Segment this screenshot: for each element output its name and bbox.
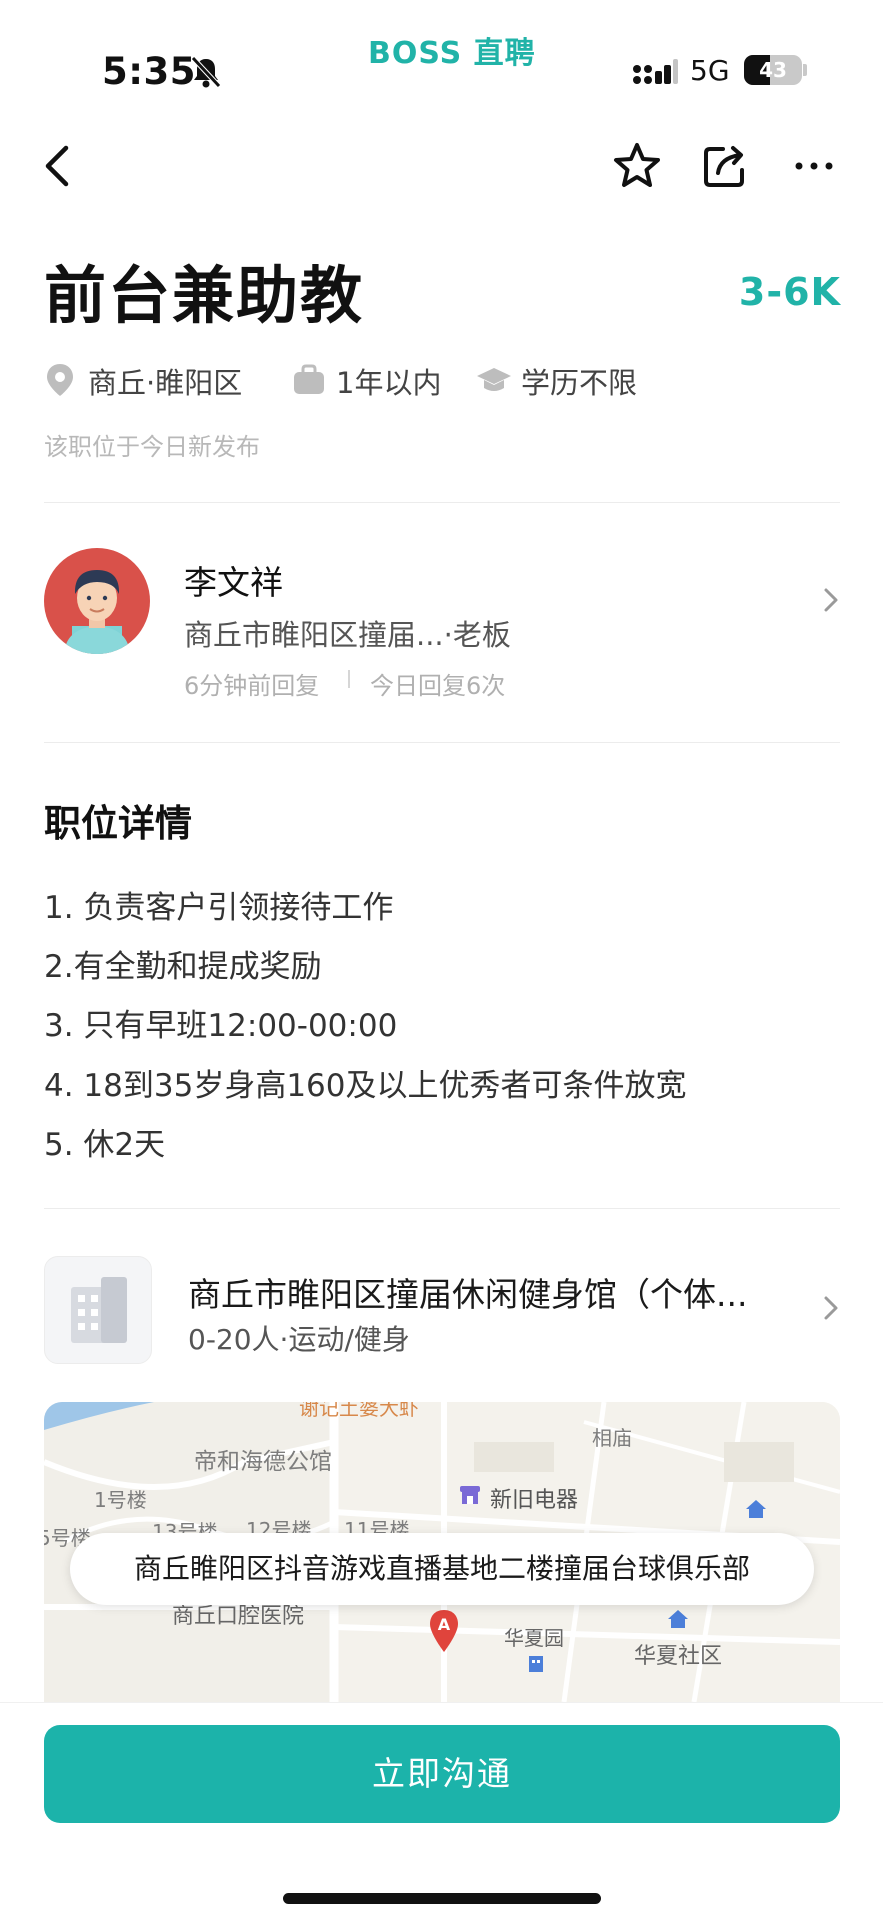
brand-logo: BOSS 直聘 <box>368 36 536 71</box>
chevron-left-icon <box>45 145 69 187</box>
posted-note: 该职位于今日新发布 <box>44 433 260 461</box>
chat-now-button[interactable]: 立即沟通 <box>44 1725 840 1823</box>
battery-indicator: 43 <box>744 55 802 85</box>
divider <box>44 742 840 743</box>
job-title: 前台兼助教 <box>44 259 365 332</box>
detail-line: 5. 休2天 <box>44 1127 166 1163</box>
battery-cap <box>803 64 807 76</box>
briefcase-icon <box>292 364 326 400</box>
map-label: 帝和海德公馆 <box>194 1449 332 1475</box>
company-name: 商丘市睢阳区撞届休闲健身馆（个体... <box>188 1275 748 1314</box>
status-time: 5:35 <box>102 50 197 93</box>
job-experience: 1年以内 <box>336 366 442 400</box>
salary-range: 3-6K <box>738 270 841 314</box>
network-type: 5G <box>690 54 730 87</box>
reply-separator <box>348 670 350 688</box>
home-pin-icon <box>744 1498 768 1524</box>
company-chevron-right-icon <box>816 1288 846 1328</box>
map-label: 1号楼 <box>94 1488 147 1512</box>
favorite-button[interactable] <box>607 136 667 196</box>
divider <box>44 1208 840 1209</box>
education-icon <box>476 366 512 400</box>
recruiter-chevron-right-icon <box>816 580 846 620</box>
shop-icon <box>458 1484 482 1510</box>
building-icon <box>71 1277 127 1343</box>
star-icon <box>614 143 660 187</box>
home-pin-icon <box>666 1608 690 1634</box>
battery-level: 43 <box>759 58 787 82</box>
mute-icon <box>190 55 222 93</box>
location-marker-icon: A <box>426 1608 462 1660</box>
recruiter-name: 李文祥 <box>184 563 283 602</box>
map-address-callout: 商丘睢阳区抖音游戏直播基地二楼撞届台球俱乐部 <box>70 1533 814 1605</box>
map-label: 华夏园 <box>504 1626 564 1650</box>
divider <box>44 502 840 503</box>
map-label: 华夏社区 <box>634 1644 723 1669</box>
recruiter-last-reply: 6分钟前回复 <box>184 672 320 700</box>
more-button[interactable] <box>784 136 844 196</box>
map-label: 谢记土婆大虾 <box>299 1402 419 1420</box>
more-icon <box>795 162 833 170</box>
recruiter-reply-count: 今日回复6次 <box>370 672 506 700</box>
back-button[interactable] <box>30 136 90 196</box>
map-label: 相庙 <box>592 1426 632 1450</box>
company-logo <box>44 1256 152 1364</box>
share-icon <box>704 146 744 187</box>
marker-letter: A <box>438 1615 451 1634</box>
home-indicator <box>283 1893 601 1904</box>
job-location: 商丘·睢阳区 <box>88 366 243 400</box>
detail-line: 4. 18到35岁身高160及以上优秀者可条件放宽 <box>44 1068 687 1104</box>
signal-icon <box>632 58 678 90</box>
company-info: 0-20人·运动/健身 <box>188 1323 410 1356</box>
detail-line: 2.有全勤和提成奖励 <box>44 949 322 985</box>
detail-line: 3. 只有早班12:00-00:00 <box>44 1008 398 1044</box>
recruiter-company-role: 商丘市睢阳区撞届...·老板 <box>184 618 511 652</box>
details-title: 职位详情 <box>44 802 192 845</box>
building-pin-icon <box>526 1652 546 1678</box>
job-education: 学历不限 <box>521 366 638 400</box>
avatar[interactable] <box>44 548 150 654</box>
map-label: 新旧电器 <box>490 1488 579 1513</box>
detail-line: 1. 负责客户引领接待工作 <box>44 890 394 926</box>
location-icon <box>44 362 76 402</box>
share-button[interactable] <box>696 136 756 196</box>
